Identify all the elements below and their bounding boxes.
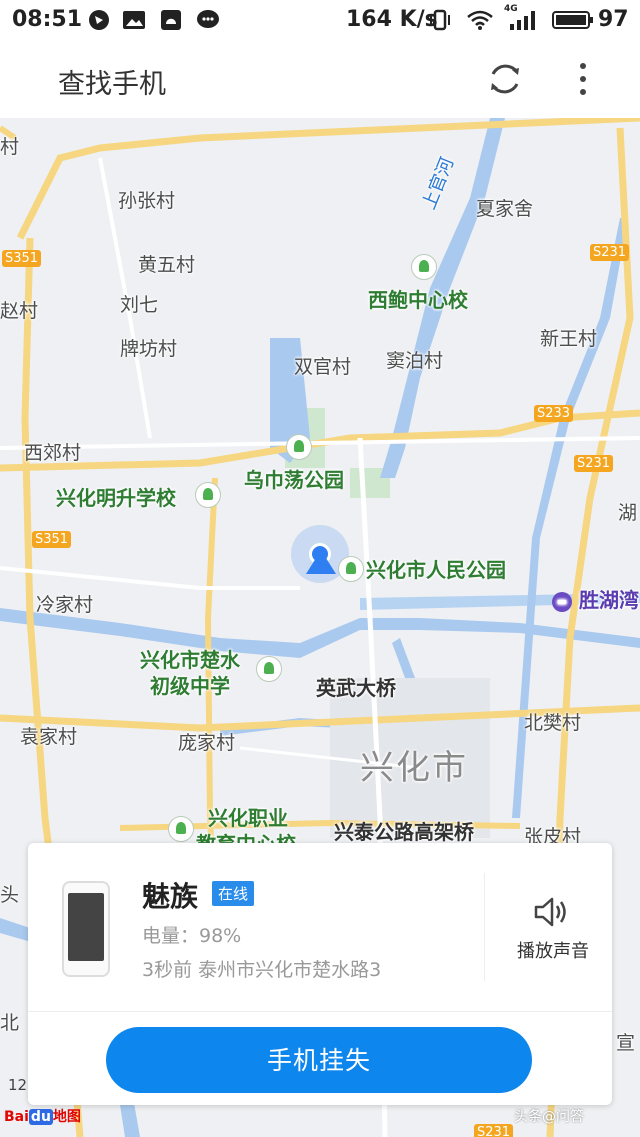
- map-label: 孙张村: [118, 190, 176, 212]
- battery-icon: [552, 9, 594, 37]
- map-label: 双官村: [294, 356, 352, 378]
- park-poi-icon[interactable]: [338, 556, 364, 582]
- app-bar: 查找手机: [0, 40, 640, 119]
- device-name: 魅族: [142, 880, 199, 913]
- network-speed: 164 K/s: [346, 7, 438, 32]
- school-poi-icon[interactable]: [168, 816, 194, 842]
- play-sound-label: 播放声音: [517, 941, 589, 962]
- hotel-icon: ▬: [552, 591, 572, 612]
- hotel-poi-label[interactable]: ▬ 胜湖湾: [552, 584, 639, 613]
- play-sound-button[interactable]: 播放声音: [494, 873, 612, 983]
- map-label: 乌巾荡公园: [244, 468, 344, 492]
- status-bar: 08:51 164 K/s 4G 97: [0, 0, 640, 40]
- map-label: 兴化明升学校: [56, 486, 176, 510]
- map-scale: 12: [8, 1076, 28, 1094]
- page-title: 查找手机: [58, 69, 166, 100]
- map-label: 西郊村: [24, 442, 82, 464]
- map-label: 夏家舍: [476, 198, 534, 220]
- wifi-icon: [466, 9, 494, 37]
- browser-icon: [88, 9, 110, 37]
- last-location: 3秒前 泰州市兴化市楚水路3: [142, 959, 382, 981]
- map-label: 宣: [616, 1032, 636, 1054]
- chat-icon: [196, 9, 220, 37]
- map-label: 头: [0, 884, 20, 906]
- map-label: 英武大桥: [316, 676, 396, 700]
- status-badge: 在线: [212, 881, 255, 906]
- signal-icon: [508, 9, 540, 37]
- speaker-icon: [534, 897, 566, 927]
- map-label: 黄五村: [138, 254, 196, 276]
- notification-icon: [160, 9, 182, 37]
- map-label: 西鲍中心校: [368, 288, 468, 312]
- watermark: 头条@问答: [514, 1109, 584, 1125]
- map-label: 袁家村: [20, 726, 78, 748]
- school-poi-icon[interactable]: [411, 254, 437, 280]
- my-location-arrow-icon: [306, 550, 336, 574]
- map-label: 兴化市楚水: [140, 648, 240, 672]
- map-label: 新王村: [540, 328, 598, 350]
- road-sign: S231: [474, 1124, 514, 1137]
- map-label: 初级中学: [150, 674, 230, 698]
- hotel-name: 胜湖湾: [578, 588, 639, 612]
- battery-level: 电量：98%: [142, 925, 242, 947]
- road-sign: S351: [2, 250, 42, 267]
- road-sign: S231: [590, 244, 630, 261]
- device-card: 魅族 在线 电量：98% 3秒前 泰州市兴化市楚水路3 播放声音 手机挂失: [28, 843, 612, 1105]
- map-label: 兴泰公路高架桥: [334, 820, 474, 844]
- map-label: 兴化职业: [208, 806, 288, 830]
- school-poi-icon[interactable]: [256, 656, 282, 682]
- road-sign: S231: [574, 455, 614, 472]
- more-options-button[interactable]: [566, 58, 600, 100]
- map-label: 刘七: [120, 294, 159, 316]
- divider: [484, 873, 485, 981]
- vibrate-icon: [428, 9, 452, 37]
- refresh-icon: [491, 64, 519, 94]
- map-label: 兴化市人民公园: [366, 558, 506, 582]
- map-label: 村: [0, 136, 20, 158]
- map-label: 窦泊村: [386, 350, 444, 372]
- road-sign: S233: [534, 405, 574, 422]
- gallery-icon: [122, 9, 146, 37]
- map-label: 北樊村: [524, 712, 582, 734]
- map-label: 冷家村: [36, 594, 94, 616]
- refresh-button[interactable]: [484, 58, 526, 100]
- clock: 08:51: [12, 7, 83, 32]
- park-poi-icon[interactable]: [286, 434, 312, 460]
- map-label: 北: [0, 1012, 20, 1034]
- school-poi-icon[interactable]: [195, 482, 221, 508]
- divider: [28, 1011, 612, 1012]
- map-label: 湖: [618, 502, 638, 524]
- map-label: 赵村: [0, 300, 39, 322]
- battery-percent: 97: [598, 7, 629, 32]
- phone-icon: [62, 881, 110, 977]
- map-label: 庞家村: [178, 732, 236, 754]
- map-label: 兴化市: [360, 748, 468, 788]
- road-sign: S351: [32, 531, 72, 548]
- map-label: 牌坊村: [120, 338, 178, 360]
- baidu-map-logo: Bai du 地图: [4, 1109, 81, 1125]
- more-vert-icon: [580, 63, 586, 95]
- report-lost-button[interactable]: 手机挂失: [106, 1027, 532, 1093]
